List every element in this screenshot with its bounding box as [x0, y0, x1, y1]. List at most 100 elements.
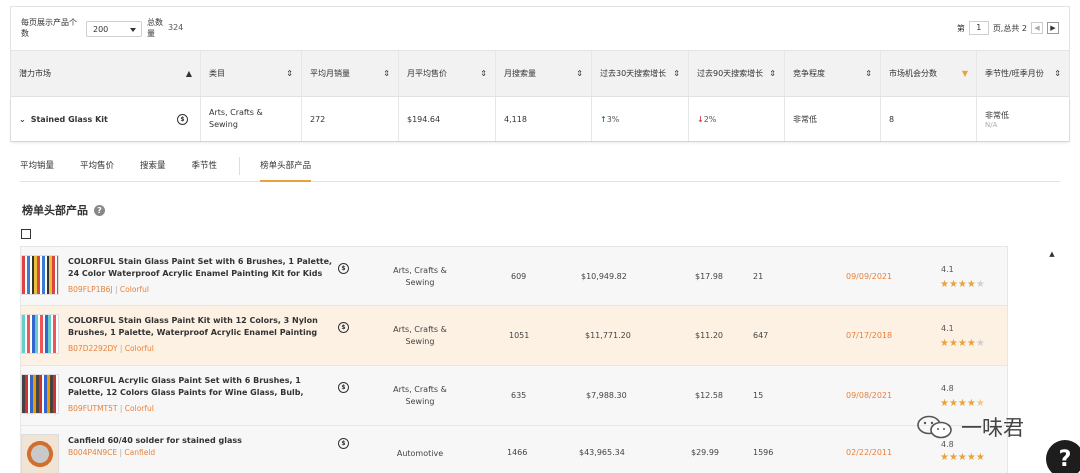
header-opportunity[interactable]: 市场机会分数 ▼: [881, 51, 977, 96]
product-monthly-sales: 635: [511, 391, 527, 400]
product-row[interactable]: COLORFUL Acrylic Glass Paint Set with 6 …: [20, 366, 1008, 426]
sort-icon: ⇕: [576, 68, 583, 78]
product-brand: Colorful: [124, 404, 154, 413]
product-title[interactable]: COLORFUL Stain Glass Paint Set with 6 Br…: [68, 256, 334, 280]
star-icon: ★: [975, 338, 985, 349]
header-avg-price[interactable]: 月平均售价 ⇕: [399, 51, 496, 96]
help-button[interactable]: ?: [1046, 440, 1080, 473]
product-date: 07/17/2018: [846, 331, 893, 340]
sort-icon: ⇕: [673, 68, 680, 78]
select-all-checkbox[interactable]: [21, 229, 31, 239]
product-title[interactable]: COLORFUL Acrylic Glass Paint Set with 6 …: [68, 375, 334, 399]
product-asin-brand: B09FUTMT5T | Colorful: [68, 404, 154, 413]
header-seasonality[interactable]: 季节性/旺季月份 ⇕: [977, 51, 1069, 96]
product-date: 09/08/2021: [846, 391, 893, 400]
product-price: $11.20: [695, 331, 723, 340]
header-growth-90d[interactable]: 过去90天搜索增长 ⇕: [689, 51, 785, 96]
tab-avg-price[interactable]: 平均售价: [80, 150, 114, 182]
star-icon: ★★★★: [940, 279, 976, 290]
info-icon[interactable]: $: [338, 322, 349, 333]
question-icon[interactable]: ?: [94, 204, 105, 216]
seasonality-cell: 非常低 N/A: [977, 97, 1069, 141]
sort-icon: ▲︎: [185, 68, 192, 78]
product-date: 02/22/2011: [846, 448, 893, 457]
opportunity-cell: 8: [881, 97, 977, 141]
product-revenue: $10,949.82: [581, 272, 627, 281]
product-thumbnail[interactable]: [21, 314, 59, 354]
header-search-volume[interactable]: 月搜索量 ⇕: [496, 51, 592, 96]
product-category: Arts, Crafts & Sewing: [393, 266, 447, 287]
star-icon: ★★★★: [940, 398, 976, 409]
product-revenue: $11,771.20: [585, 331, 631, 340]
next-page-button[interactable]: ▶: [1047, 22, 1059, 34]
header-market[interactable]: 潜力市场 ▲︎: [11, 51, 201, 96]
star-icon: ★★★★: [940, 338, 976, 349]
growth-90d-cell: ↓ 2%: [689, 97, 785, 141]
product-asin[interactable]: B09FLP1B6J: [68, 285, 113, 294]
product-asin-brand: B004P4N9CE | Canfield: [68, 448, 156, 457]
market-name-cell[interactable]: ⌄ Stained Glass Kit $: [11, 97, 201, 141]
avg-sales-cell: 272: [302, 97, 399, 141]
list-scrollbar[interactable]: ▲: [1045, 246, 1059, 473]
info-icon[interactable]: $: [338, 438, 349, 449]
sort-icon: ⇕: [480, 68, 487, 78]
chevron-down-icon[interactable]: ⌄: [19, 115, 26, 124]
rating-stars: ★★★★★: [940, 338, 985, 349]
detail-tabs: 平均销量 平均售价 搜索量 季节性 榜单头部产品: [20, 150, 1060, 182]
product-category: Arts, Crafts & Sewing: [393, 325, 447, 346]
page-number-input[interactable]: 1: [968, 21, 989, 35]
product-title[interactable]: COLORFUL Stain Glass Paint Kit with 12 C…: [68, 315, 334, 339]
market-row[interactable]: ⌄ Stained Glass Kit $ Arts, Crafts & Sew…: [11, 97, 1069, 141]
product-row[interactable]: COLORFUL Stain Glass Paint Set with 6 Br…: [20, 246, 1008, 306]
product-reviews: 1596: [753, 448, 774, 457]
sort-icon: ⇕: [865, 68, 872, 78]
rating-stars: ★★★★★: [940, 452, 985, 463]
per-page-select[interactable]: 200: [86, 21, 142, 37]
section-title-text: 榜单头部产品: [22, 204, 88, 217]
tab-top-products[interactable]: 榜单头部产品: [260, 150, 312, 182]
product-rating: 4.8: [941, 384, 954, 393]
tab-avg-sales[interactable]: 平均销量: [20, 150, 54, 182]
header-label: 类目: [209, 68, 225, 78]
header-category[interactable]: 类目 ⇕: [201, 51, 302, 96]
product-price: $29.99: [691, 448, 719, 457]
arrow-up-icon: ↑: [600, 114, 607, 124]
product-thumbnail[interactable]: [21, 255, 59, 295]
product-row[interactable]: Canfield 60/40 solder for stained glass …: [20, 426, 1008, 473]
product-asin-brand: B07D2292DY | Colorful: [68, 344, 154, 353]
info-icon[interactable]: $: [338, 382, 349, 393]
star-icon: ★: [975, 279, 985, 290]
header-competition[interactable]: 竞争程度 ⇕: [785, 51, 881, 96]
info-icon[interactable]: $: [338, 263, 349, 274]
product-thumbnail[interactable]: [21, 374, 59, 414]
wechat-icon: [915, 414, 955, 440]
product-monthly-sales: 609: [511, 272, 527, 281]
pager: 第 1 页,总共 2 ◀ ▶: [957, 20, 1059, 36]
header-avg-sales[interactable]: 平均月销量 ⇕: [302, 51, 399, 96]
product-rating: 4.1: [941, 265, 954, 274]
product-title[interactable]: Canfield 60/40 solder for stained glass: [68, 435, 334, 447]
header-growth-30d[interactable]: 过去30天搜索增长 ⇕: [592, 51, 689, 96]
product-asin[interactable]: B004P4N9CE: [68, 448, 117, 457]
star-icon: ★★★★★: [940, 452, 985, 463]
watermark: 一味君: [915, 412, 1024, 442]
product-category: Arts, Crafts & Sewing: [393, 385, 447, 406]
product-reviews: 15: [753, 391, 764, 400]
product-asin[interactable]: B07D2292DY: [68, 344, 118, 353]
product-row[interactable]: COLORFUL Stain Glass Paint Kit with 12 C…: [20, 306, 1008, 366]
star-half-icon: ★: [975, 398, 985, 409]
prev-page-button[interactable]: ◀: [1031, 22, 1043, 34]
header-label: 月搜索量: [504, 68, 536, 78]
product-revenue: $43,965.34: [579, 448, 625, 457]
scroll-up-icon[interactable]: ▲: [1045, 250, 1059, 258]
competition-cell: 非常低: [785, 97, 881, 141]
product-asin[interactable]: B09FUTMT5T: [68, 404, 117, 413]
info-icon[interactable]: $: [177, 113, 188, 125]
per-page-label: 每页展示产品个数: [21, 18, 77, 38]
header-label: 季节性/旺季月份: [985, 68, 1044, 78]
product-thumbnail[interactable]: [21, 434, 59, 473]
tab-search-volume[interactable]: 搜索量: [140, 150, 166, 182]
header-label: 潜力市场: [19, 68, 51, 78]
growth-90d-value: 2%: [703, 114, 717, 124]
tab-seasonality[interactable]: 季节性: [192, 150, 218, 182]
